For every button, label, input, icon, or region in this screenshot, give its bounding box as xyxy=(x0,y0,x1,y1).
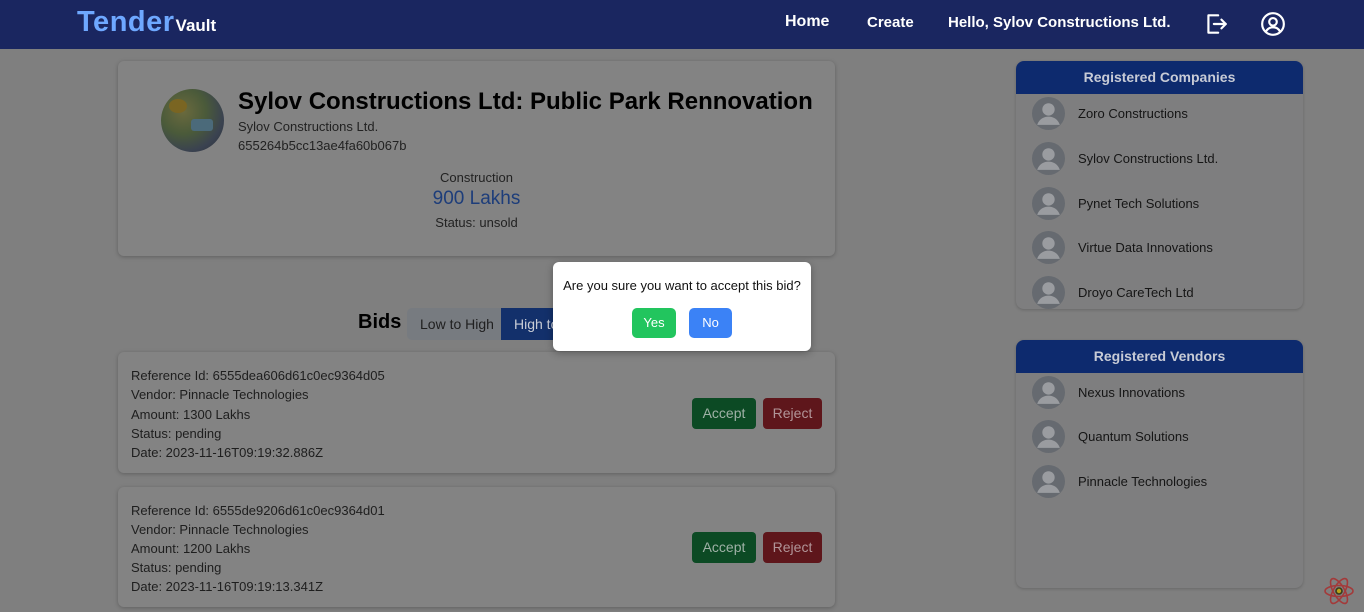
user-avatar-icon xyxy=(1032,187,1065,220)
registered-vendors-panel: Registered Vendors Nexus Innovations Qua… xyxy=(1016,340,1303,588)
bid-vendor: Vendor: Pinnacle Technologies xyxy=(131,522,309,537)
bid-status: Status: pending xyxy=(131,426,222,441)
react-devtools-icon[interactable] xyxy=(1323,575,1355,607)
company-name: Zoro Constructions xyxy=(1078,106,1188,121)
bid-date: Date: 2023-11-16T09:19:32.886Z xyxy=(131,445,324,460)
bid-date: Date: 2023-11-16T09:19:13.341Z xyxy=(131,579,324,594)
tender-owner: Sylov Constructions Ltd. xyxy=(238,119,379,134)
bid-amount: Amount: 1300 Lakhs xyxy=(131,407,251,422)
confirm-message: Are you sure you want to accept this bid… xyxy=(563,278,801,293)
vendor-item[interactable]: Quantum Solutions xyxy=(1016,417,1303,457)
reject-bid-button[interactable]: Reject xyxy=(763,398,822,429)
brand-main: Tender xyxy=(77,6,175,38)
registered-companies-panel: Registered Companies Zoro Constructions … xyxy=(1016,61,1303,309)
user-avatar-icon xyxy=(1032,276,1065,309)
bid-vendor: Vendor: Pinnacle Technologies xyxy=(131,387,309,402)
company-name: Sylov Constructions Ltd. xyxy=(1078,151,1219,166)
vendor-name: Pinnacle Technologies xyxy=(1078,474,1208,489)
company-item[interactable]: Zoro Constructions xyxy=(1016,94,1303,134)
tender-id: 655264b5cc13ae4fa60b067b xyxy=(238,138,407,153)
companies-header: Registered Companies xyxy=(1016,61,1303,94)
company-name: Pynet Tech Solutions xyxy=(1078,196,1200,211)
company-item[interactable]: Sylov Constructions Ltd. xyxy=(1016,139,1303,179)
brand-sub: Vault xyxy=(175,16,217,35)
user-avatar-icon xyxy=(1032,97,1065,130)
navbar: TenderVault Home Create Hello, Sylov Con… xyxy=(0,0,1364,49)
accept-bid-button[interactable]: Accept xyxy=(692,532,756,563)
company-item[interactable]: Droyo CareTech Ltd xyxy=(1016,273,1303,309)
user-avatar-icon xyxy=(1032,420,1065,453)
tender-title: Sylov Constructions Ltd: Public Park Ren… xyxy=(238,88,813,115)
user-greeting: Hello, Sylov Constructions Ltd. xyxy=(948,14,1171,31)
vendor-item[interactable]: Nexus Innovations xyxy=(1016,373,1303,413)
bid-amount: Amount: 1200 Lakhs xyxy=(131,541,251,556)
vendor-item[interactable]: Pinnacle Technologies xyxy=(1016,462,1303,502)
user-avatar-icon xyxy=(1032,142,1065,175)
bid-status: Status: pending xyxy=(131,560,222,575)
accept-bid-button[interactable]: Accept xyxy=(692,398,756,429)
reject-bid-button[interactable]: Reject xyxy=(763,532,822,563)
bid-card: Reference Id: 6555dea606d61c0ec9364d05 V… xyxy=(118,352,835,473)
account-icon[interactable] xyxy=(1260,11,1286,37)
user-avatar-icon xyxy=(1032,376,1065,409)
nav-create-link[interactable]: Create xyxy=(867,14,914,31)
confirm-yes-button[interactable]: Yes xyxy=(632,308,676,338)
tender-card: Sylov Constructions Ltd: Public Park Ren… xyxy=(118,61,835,256)
tender-image xyxy=(161,89,224,152)
vendors-header: Registered Vendors xyxy=(1016,340,1303,373)
bid-reference: Reference Id: 6555dea606d61c0ec9364d05 xyxy=(131,368,385,383)
vendor-name: Nexus Innovations xyxy=(1078,385,1185,400)
logout-icon[interactable] xyxy=(1203,11,1229,37)
company-item[interactable]: Virtue Data Innovations xyxy=(1016,228,1303,268)
tender-status: Status: unsold xyxy=(435,215,518,230)
nav-home-link[interactable]: Home xyxy=(785,13,829,31)
tender-category: Construction xyxy=(440,170,513,185)
confirm-no-button[interactable]: No xyxy=(689,308,732,338)
user-avatar-icon xyxy=(1032,231,1065,264)
bids-title: Bids xyxy=(358,311,402,333)
sort-low-to-high-button[interactable]: Low to High xyxy=(407,308,501,340)
user-avatar-icon xyxy=(1032,465,1065,498)
bid-reference: Reference Id: 6555de9206d61c0ec9364d01 xyxy=(131,503,385,518)
company-name: Droyo CareTech Ltd xyxy=(1078,285,1194,300)
brand-logo[interactable]: TenderVault xyxy=(77,6,216,39)
confirm-accept-dialog: Are you sure you want to accept this bid… xyxy=(553,262,811,351)
tender-amount: 900 Lakhs xyxy=(432,188,521,209)
company-item[interactable]: Pynet Tech Solutions xyxy=(1016,184,1303,224)
vendor-name: Quantum Solutions xyxy=(1078,429,1189,444)
bid-card: Reference Id: 6555de9206d61c0ec9364d01 V… xyxy=(118,487,835,607)
company-name: Virtue Data Innovations xyxy=(1078,240,1213,255)
